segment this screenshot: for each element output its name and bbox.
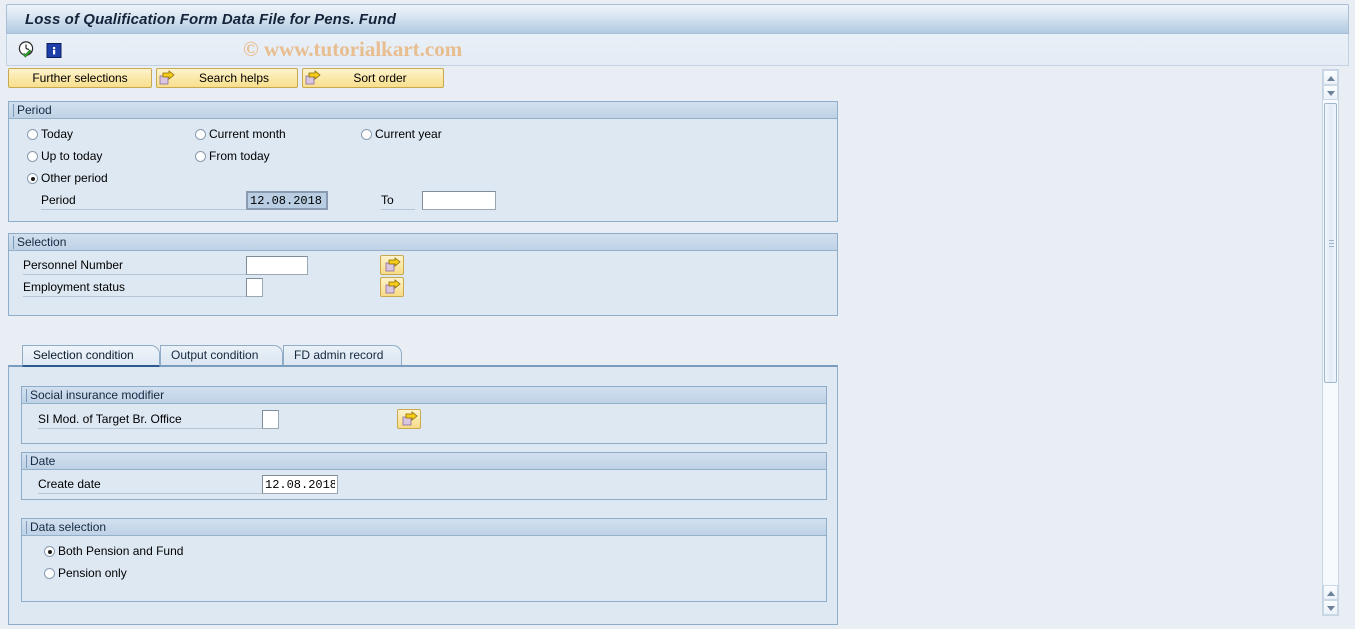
- radio-dot-icon: [195, 129, 206, 140]
- scrollbar-thumb[interactable]: [1324, 103, 1337, 383]
- radio-dot-icon: [195, 151, 206, 162]
- tab-selection-condition[interactable]: Selection condition: [22, 345, 160, 367]
- application-toolbar: [6, 34, 1349, 66]
- period-group-title: Period: [17, 103, 52, 117]
- period-group-header: Period: [9, 102, 837, 119]
- search-helps-button[interactable]: Search helps: [156, 68, 298, 88]
- period-field-label: Period: [41, 193, 251, 210]
- si-mod-target-office-input[interactable]: [262, 410, 279, 429]
- scroll-down-button[interactable]: [1323, 85, 1338, 100]
- scroll-up-arrow-icon: [1327, 76, 1335, 81]
- personnel-number-multi-select-button[interactable]: [380, 255, 404, 275]
- radio-today[interactable]: Today: [27, 128, 73, 141]
- group-header-tick: [13, 236, 14, 249]
- radio-dot-icon: [361, 129, 372, 140]
- scroll-up-arrow-icon: [1327, 591, 1335, 596]
- page-title: Loss of Qualification Form Data File for…: [25, 11, 396, 28]
- period-to-input[interactable]: [422, 191, 496, 210]
- employment-status-multi-select-button[interactable]: [380, 277, 404, 297]
- radio-both-pension-and-fund[interactable]: Both Pension and Fund: [44, 545, 183, 558]
- radio-from-today[interactable]: From today: [195, 150, 270, 163]
- content-vertical-scrollbar[interactable]: [1322, 69, 1339, 616]
- radio-dot-icon: [27, 129, 38, 140]
- tab-content-panel: Social insurance modifier SI Mod. of Tar…: [8, 365, 838, 625]
- group-header-tick: [26, 389, 27, 402]
- employment-status-input[interactable]: [246, 278, 263, 297]
- si-mod-target-office-label: SI Mod. of Target Br. Office: [38, 412, 264, 429]
- scroll-down-button-bottom[interactable]: [1323, 600, 1338, 615]
- employment-status-label: Employment status: [23, 280, 249, 297]
- create-date-label: Create date: [38, 477, 264, 494]
- selection-button-row: Further selections Search helps Sort ord…: [0, 66, 1320, 90]
- scroll-up-button-bottom[interactable]: [1323, 585, 1338, 600]
- radio-pension-only[interactable]: Pension only: [44, 567, 127, 580]
- date-group-title: Date: [30, 454, 56, 468]
- clock-check-icon[interactable]: [17, 40, 37, 60]
- period-from-input[interactable]: [246, 191, 328, 210]
- radio-dot-icon: [44, 546, 55, 557]
- sort-order-button[interactable]: Sort order: [302, 68, 444, 88]
- radio-other-period[interactable]: Other period: [27, 172, 108, 185]
- personnel-number-label: Personnel Number: [23, 258, 249, 275]
- si-group-header: Social insurance modifier: [22, 387, 826, 404]
- radio-dot-icon: [27, 173, 38, 184]
- group-header-tick: [26, 521, 27, 534]
- thumb-grip-line: [1329, 240, 1334, 241]
- date-group-header: Date: [22, 453, 826, 470]
- data-selection-group-header: Data selection: [22, 519, 826, 536]
- personnel-number-input[interactable]: [246, 256, 308, 275]
- data-selection-group-title: Data selection: [30, 520, 107, 534]
- group-header-tick: [26, 455, 27, 468]
- scroll-down-arrow-icon: [1327, 91, 1335, 96]
- create-date-input[interactable]: [262, 475, 338, 494]
- scroll-down-arrow-icon: [1327, 606, 1335, 611]
- radio-current-month[interactable]: Current month: [195, 128, 286, 141]
- radio-current-year[interactable]: Current year: [361, 128, 442, 141]
- yellow-arrow-icon: [159, 70, 175, 86]
- tabstrip: Selection condition Output condition FD …: [22, 345, 840, 367]
- tab-fd-admin-record[interactable]: FD admin record: [283, 345, 402, 365]
- social-insurance-modifier-group: Social insurance modifier SI Mod. of Tar…: [21, 386, 827, 444]
- date-group: Date Create date: [21, 452, 827, 500]
- radio-dot-icon: [27, 151, 38, 162]
- scroll-up-button[interactable]: [1323, 70, 1338, 85]
- selection-group: Selection Personnel Number Employment st…: [8, 233, 838, 316]
- further-selections-button[interactable]: Further selections: [8, 68, 152, 88]
- radio-dot-icon: [44, 568, 55, 579]
- period-group: Period Today Current month Current year …: [8, 101, 838, 222]
- radio-up-to-today[interactable]: Up to today: [27, 150, 102, 163]
- si-mod-multi-select-button[interactable]: [397, 409, 421, 429]
- yellow-arrow-icon: [305, 70, 321, 86]
- to-field-label: To: [381, 193, 415, 210]
- selection-group-header: Selection: [9, 234, 837, 251]
- si-group-title: Social insurance modifier: [30, 388, 165, 402]
- information-icon[interactable]: [44, 40, 64, 60]
- data-selection-group: Data selection Both Pension and Fund Pen…: [21, 518, 827, 602]
- window-titlebar: Loss of Qualification Form Data File for…: [6, 4, 1349, 34]
- thumb-grip-line: [1329, 243, 1334, 244]
- group-header-tick: [13, 104, 14, 117]
- selection-group-title: Selection: [17, 235, 67, 249]
- sap-selection-screen: Loss of Qualification Form Data File for…: [0, 0, 1355, 629]
- tab-output-condition[interactable]: Output condition: [160, 345, 283, 365]
- thumb-grip-line: [1329, 246, 1334, 247]
